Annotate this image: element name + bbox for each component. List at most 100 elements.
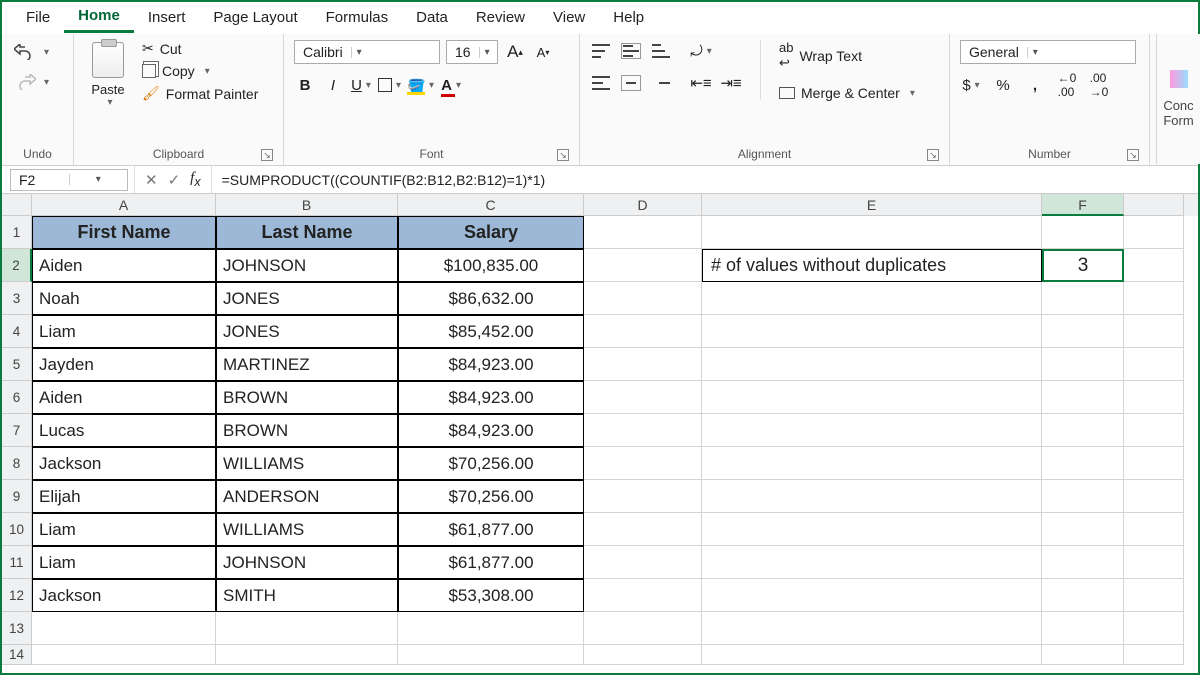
cell[interactable]	[32, 645, 216, 665]
cell[interactable]: JOHNSON	[216, 546, 398, 579]
col-header-D[interactable]: D	[584, 194, 702, 216]
font-color-button[interactable]: A▾	[440, 74, 462, 96]
fill-color-button[interactable]: 🪣▾	[407, 74, 434, 96]
cell[interactable]: $84,923.00	[398, 414, 584, 447]
cell[interactable]	[702, 480, 1042, 513]
dialog-launcher-icon[interactable]	[927, 149, 939, 161]
cell[interactable]: $84,923.00	[398, 348, 584, 381]
cell[interactable]	[216, 612, 398, 645]
menu-file[interactable]: File	[12, 5, 64, 32]
cell[interactable]	[1124, 348, 1184, 381]
cell[interactable]: SMITH	[216, 579, 398, 612]
cell[interactable]	[584, 282, 702, 315]
cell[interactable]: $85,452.00	[398, 315, 584, 348]
cell[interactable]	[702, 348, 1042, 381]
cell[interactable]: $53,308.00	[398, 579, 584, 612]
row-header[interactable]: 7	[2, 414, 32, 447]
conditional-formatting-partial[interactable]: Conc Form	[1156, 34, 1200, 164]
shrink-font-button[interactable]: A▾	[532, 41, 554, 63]
undo-button[interactable]: ▾	[12, 40, 51, 64]
orientation-button[interactable]: ⤾▾	[690, 40, 712, 62]
align-left-button[interactable]	[590, 72, 612, 94]
cell[interactable]	[1124, 216, 1184, 249]
cell[interactable]	[584, 414, 702, 447]
format-painter-button[interactable]: 🖌 Format Painter	[142, 85, 258, 102]
cell[interactable]	[584, 612, 702, 645]
row-header[interactable]: 2	[2, 249, 32, 282]
cell[interactable]	[398, 612, 584, 645]
cell[interactable]	[398, 645, 584, 665]
cell[interactable]	[1042, 546, 1124, 579]
row-header[interactable]: 13	[2, 612, 32, 645]
cell[interactable]	[1042, 612, 1124, 645]
merge-center-button[interactable]: Merge & Center ▾	[779, 85, 915, 101]
cell[interactable]: BROWN	[216, 381, 398, 414]
borders-button[interactable]: ▾	[378, 74, 401, 96]
font-name-combo[interactable]: Calibri ▾	[294, 40, 440, 64]
align-middle-button[interactable]	[620, 40, 642, 62]
cell[interactable]: Jackson	[32, 447, 216, 480]
decrease-decimal-button[interactable]: .00→0	[1088, 74, 1110, 96]
menu-home[interactable]: Home	[64, 3, 134, 33]
cell[interactable]	[702, 447, 1042, 480]
cell[interactable]: Lucas	[32, 414, 216, 447]
cell[interactable]	[1042, 282, 1124, 315]
cell[interactable]: Last Name	[216, 216, 398, 249]
row-header[interactable]: 11	[2, 546, 32, 579]
cell[interactable]	[216, 645, 398, 665]
cell[interactable]	[1124, 381, 1184, 414]
menu-page-layout[interactable]: Page Layout	[199, 5, 311, 32]
row-header[interactable]: 4	[2, 315, 32, 348]
spreadsheet-grid[interactable]: A B C D E F 1 First Name Last Name Salar…	[2, 194, 1198, 665]
cell[interactable]	[1124, 612, 1184, 645]
cell[interactable]	[1042, 579, 1124, 612]
cell[interactable]	[702, 216, 1042, 249]
align-right-button[interactable]	[650, 72, 672, 94]
redo-button[interactable]: ▾	[12, 70, 51, 94]
cell[interactable]: MARTINEZ	[216, 348, 398, 381]
increase-decimal-button[interactable]: ←0.00	[1056, 74, 1078, 96]
cell[interactable]: $86,632.00	[398, 282, 584, 315]
cell[interactable]: First Name	[32, 216, 216, 249]
dialog-launcher-icon[interactable]	[261, 149, 273, 161]
cell[interactable]: Elijah	[32, 480, 216, 513]
cell[interactable]: ANDERSON	[216, 480, 398, 513]
row-header[interactable]: 9	[2, 480, 32, 513]
cell[interactable]	[1042, 414, 1124, 447]
cell[interactable]: # of values without duplicates	[702, 249, 1042, 282]
cell[interactable]	[584, 546, 702, 579]
underline-button[interactable]: U▾	[350, 74, 372, 96]
number-format-combo[interactable]: General ▾	[960, 40, 1136, 64]
cell[interactable]: $70,256.00	[398, 480, 584, 513]
row-header[interactable]: 10	[2, 513, 32, 546]
align-top-button[interactable]	[590, 40, 612, 62]
percent-format-button[interactable]: %	[992, 74, 1014, 96]
cell[interactable]: $61,877.00	[398, 546, 584, 579]
cell[interactable]	[702, 282, 1042, 315]
cell[interactable]: $70,256.00	[398, 447, 584, 480]
cell[interactable]	[702, 315, 1042, 348]
cell[interactable]: BROWN	[216, 414, 398, 447]
cell[interactable]	[1124, 645, 1184, 665]
cell[interactable]	[702, 414, 1042, 447]
dialog-launcher-icon[interactable]	[1127, 149, 1139, 161]
row-header[interactable]: 6	[2, 381, 32, 414]
cell[interactable]	[1042, 348, 1124, 381]
col-header-E[interactable]: E	[702, 194, 1042, 216]
cell[interactable]: Jayden	[32, 348, 216, 381]
col-header-C[interactable]: C	[398, 194, 584, 216]
wrap-text-button[interactable]: ab↩ Wrap Text	[779, 40, 915, 71]
cell[interactable]	[32, 612, 216, 645]
cell[interactable]: Noah	[32, 282, 216, 315]
name-box[interactable]: F2 ▾	[10, 169, 128, 191]
cell[interactable]	[1124, 480, 1184, 513]
col-header-G[interactable]	[1124, 194, 1184, 216]
cell[interactable]	[702, 546, 1042, 579]
cell[interactable]	[702, 579, 1042, 612]
cell[interactable]	[1124, 315, 1184, 348]
cell[interactable]: $100,835.00	[398, 249, 584, 282]
cell[interactable]: Aiden	[32, 249, 216, 282]
col-header-A[interactable]: A	[32, 194, 216, 216]
active-cell[interactable]: 3	[1042, 249, 1124, 282]
align-bottom-button[interactable]	[650, 40, 672, 62]
